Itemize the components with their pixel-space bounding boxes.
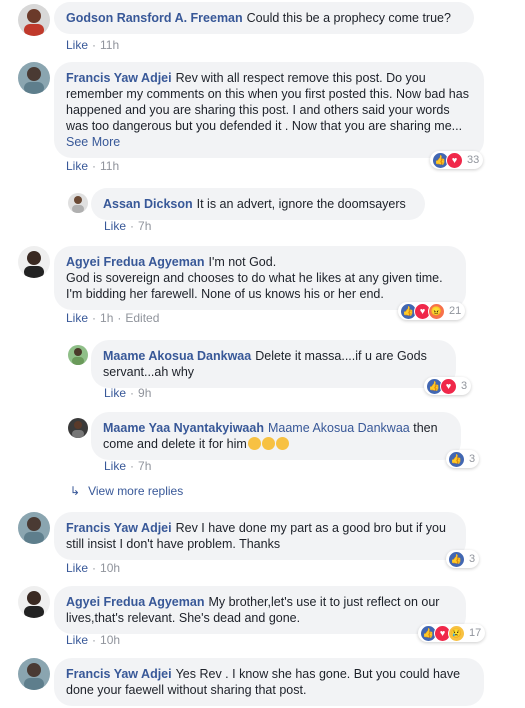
see-more-link[interactable]: See More xyxy=(66,135,120,149)
reaction-summary[interactable]: 👍 ♥ 😢 17 xyxy=(418,624,486,642)
avatar[interactable] xyxy=(18,658,50,690)
reaction-summary[interactable]: 👍 3 xyxy=(446,550,480,568)
reaction-count: 3 xyxy=(469,453,476,465)
avatar[interactable] xyxy=(18,512,50,544)
comment-time[interactable]: 9h xyxy=(138,386,151,400)
smirk-emoji-icon xyxy=(247,437,261,450)
reaction-summary[interactable]: 👍 ♥ 3 xyxy=(424,377,472,395)
reaction-summary[interactable]: 👍 ♥ 😠 21 xyxy=(398,302,466,320)
like-button[interactable]: Like xyxy=(66,311,88,325)
avatar[interactable] xyxy=(68,418,88,438)
comment-author[interactable]: Agyei Fredua Agyeman xyxy=(66,595,204,609)
reply-arrow-icon: ↳ xyxy=(70,484,81,498)
comment-time[interactable]: 7h xyxy=(138,459,151,473)
comment-meta: Like · 10h xyxy=(66,633,121,647)
love-reaction-icon: ♥ xyxy=(446,151,463,169)
comment-bubble: Godson Ransford A. Freeman Could this be … xyxy=(54,2,474,34)
comment-bubble: Maame Akosua Dankwaa Delete it massa....i… xyxy=(91,340,456,388)
comment-author[interactable]: Maame Yaa Nyantakyiwaah xyxy=(103,421,264,435)
comment-meta: Like · 11h xyxy=(66,159,120,173)
comment-meta: Like · 7h xyxy=(104,219,152,233)
avatar[interactable] xyxy=(18,246,50,278)
edited-label[interactable]: Edited xyxy=(125,311,159,325)
comment-text: It is an advert, ignore the doomsayers xyxy=(196,197,406,211)
reaction-summary[interactable]: 👍 3 xyxy=(446,450,480,468)
comment-bubble: Francis Yaw Adjei Rev with all respect re… xyxy=(54,62,484,158)
smirk-emoji-icon xyxy=(275,437,289,450)
comment-author[interactable]: Francis Yaw Adjei xyxy=(66,521,172,535)
comment-meta: Like · 9h xyxy=(104,386,152,400)
comment-bubble: Agyei Fredua Agyeman My brother,let's use… xyxy=(54,586,466,634)
love-reaction-icon: ♥ xyxy=(440,377,457,395)
avatar[interactable] xyxy=(18,62,50,94)
like-button[interactable]: Like xyxy=(66,38,88,52)
comment-time[interactable]: 10h xyxy=(100,561,120,575)
reaction-count: 3 xyxy=(469,553,476,565)
comment-time[interactable]: 11h xyxy=(100,159,119,173)
comment-author[interactable]: Assan Dickson xyxy=(103,197,193,211)
comment-author[interactable]: Francis Yaw Adjei xyxy=(66,71,172,85)
avatar[interactable] xyxy=(68,193,88,213)
comment-time[interactable]: 11h xyxy=(100,38,119,52)
comment-meta: Like · 10h xyxy=(66,561,121,575)
like-button[interactable]: Like xyxy=(104,219,126,233)
avatar[interactable] xyxy=(68,345,88,365)
comment-text: I'm not God. xyxy=(208,255,277,269)
comment-text: Could this be a prophecy come true? xyxy=(246,11,451,25)
like-button[interactable]: Like xyxy=(66,159,88,173)
comment-bubble: Francis Yaw Adjei Yes Rev . I know she ha… xyxy=(54,658,484,706)
comment-meta: Like · 1h · Edited xyxy=(66,311,160,325)
like-reaction-icon: 👍 xyxy=(448,450,465,468)
comment-time[interactable]: 1h xyxy=(100,311,113,325)
comment-text: God is sovereign and chooses to do what … xyxy=(66,271,443,301)
like-button[interactable]: Like xyxy=(104,459,126,473)
avatar[interactable] xyxy=(18,4,50,36)
reaction-summary[interactable]: 👍 ♥ 33 xyxy=(430,151,484,169)
comment-author[interactable]: Maame Akosua Dankwaa xyxy=(103,349,251,363)
view-more-replies-link[interactable]: ↳ View more replies xyxy=(70,484,183,498)
mention-tag[interactable]: Maame Akosua Dankwaa xyxy=(268,421,410,435)
reaction-count: 33 xyxy=(467,154,480,166)
comment-bubble: Maame Yaa Nyantakyiwaah Maame Akosua Dank… xyxy=(91,412,461,460)
comment-bubble: Assan Dickson It is an advert, ignore the… xyxy=(91,188,425,220)
comment-author[interactable]: Godson Ransford A. Freeman xyxy=(66,11,243,25)
reaction-count: 3 xyxy=(461,380,468,392)
reaction-count: 17 xyxy=(469,627,482,639)
comment-author[interactable]: Agyei Fredua Agyeman xyxy=(66,255,204,269)
comment-time[interactable]: 10h xyxy=(100,633,120,647)
comment-bubble: Agyei Fredua Agyeman I'm not God. God is … xyxy=(54,246,466,310)
sad-reaction-icon: 😢 xyxy=(448,624,465,642)
comment-bubble: Francis Yaw Adjei Rev I have done my part… xyxy=(54,512,466,560)
like-button[interactable]: Like xyxy=(66,561,88,575)
comment-author[interactable]: Francis Yaw Adjei xyxy=(66,667,172,681)
like-reaction-icon: 👍 xyxy=(448,550,465,568)
like-button[interactable]: Like xyxy=(104,386,126,400)
avatar[interactable] xyxy=(18,586,50,618)
comment-meta: Like · 11h xyxy=(66,38,120,52)
smirk-emoji-icon xyxy=(261,437,275,450)
angry-reaction-icon: 😠 xyxy=(428,302,445,320)
reaction-count: 21 xyxy=(449,305,462,317)
like-button[interactable]: Like xyxy=(66,633,88,647)
comment-time[interactable]: 7h xyxy=(138,219,151,233)
comment-meta: Like · 7h xyxy=(104,459,152,473)
